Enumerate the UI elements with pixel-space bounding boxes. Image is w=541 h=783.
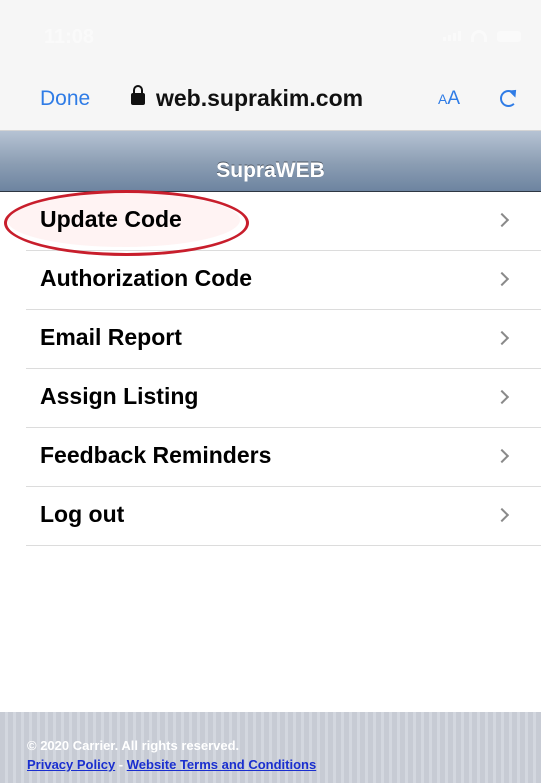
- menu-item-label: Log out: [40, 501, 125, 527]
- menu-item-email-report[interactable]: Email Report: [26, 310, 541, 369]
- privacy-policy-link[interactable]: Privacy Policy: [27, 757, 115, 772]
- page-header: SupraWEB: [0, 131, 541, 192]
- text-size-small-label: A: [438, 91, 448, 107]
- menu-item-assign-listing[interactable]: Assign Listing: [26, 369, 541, 428]
- footer-links: Privacy Policy - Website Terms and Condi…: [27, 757, 316, 772]
- done-button[interactable]: Done: [40, 87, 90, 111]
- status-icons: [443, 30, 521, 42]
- text-size-button[interactable]: AA: [438, 88, 460, 110]
- chevron-right-icon: [494, 507, 510, 523]
- url-address[interactable]: web.suprakim.com: [156, 85, 363, 112]
- copyright-text: © 2020 Carrier. All rights reserved.: [27, 738, 240, 753]
- chevron-right-icon: [494, 271, 510, 287]
- terms-link[interactable]: Website Terms and Conditions: [127, 757, 316, 772]
- menu-item-label: Assign Listing: [40, 383, 199, 409]
- menu-item-feedback-reminders[interactable]: Feedback Reminders: [26, 428, 541, 487]
- chevron-right-icon: [494, 330, 510, 346]
- menu-item-log-out[interactable]: Log out: [26, 487, 541, 546]
- menu-item-update-code[interactable]: Update Code: [26, 192, 541, 251]
- text-size-big-label: A: [447, 88, 461, 109]
- chevron-right-icon: [494, 212, 510, 228]
- menu-list: Update Code Authorization Code Email Rep…: [0, 192, 541, 546]
- status-time: 11:08: [44, 26, 95, 48]
- browser-toolbar: Done web.suprakim.com AA: [0, 70, 541, 131]
- reload-icon[interactable]: [500, 90, 517, 107]
- menu-item-label: Authorization Code: [40, 265, 253, 291]
- battery-icon: [497, 30, 521, 42]
- footer-separator: -: [115, 757, 127, 772]
- page-title: SupraWEB: [216, 159, 325, 182]
- wifi-icon: [471, 30, 487, 42]
- signal-icon: [443, 31, 461, 41]
- chevron-right-icon: [494, 389, 510, 405]
- chevron-right-icon: [494, 448, 510, 464]
- menu-item-authorization-code[interactable]: Authorization Code: [26, 251, 541, 310]
- lock-icon: [131, 85, 145, 105]
- menu-item-label: Feedback Reminders: [40, 442, 272, 468]
- menu-item-label: Update Code: [40, 206, 182, 232]
- menu-item-label: Email Report: [40, 324, 182, 350]
- page-footer: © 2020 Carrier. All rights reserved. Pri…: [0, 712, 541, 783]
- status-bar: 11:08: [0, 0, 541, 70]
